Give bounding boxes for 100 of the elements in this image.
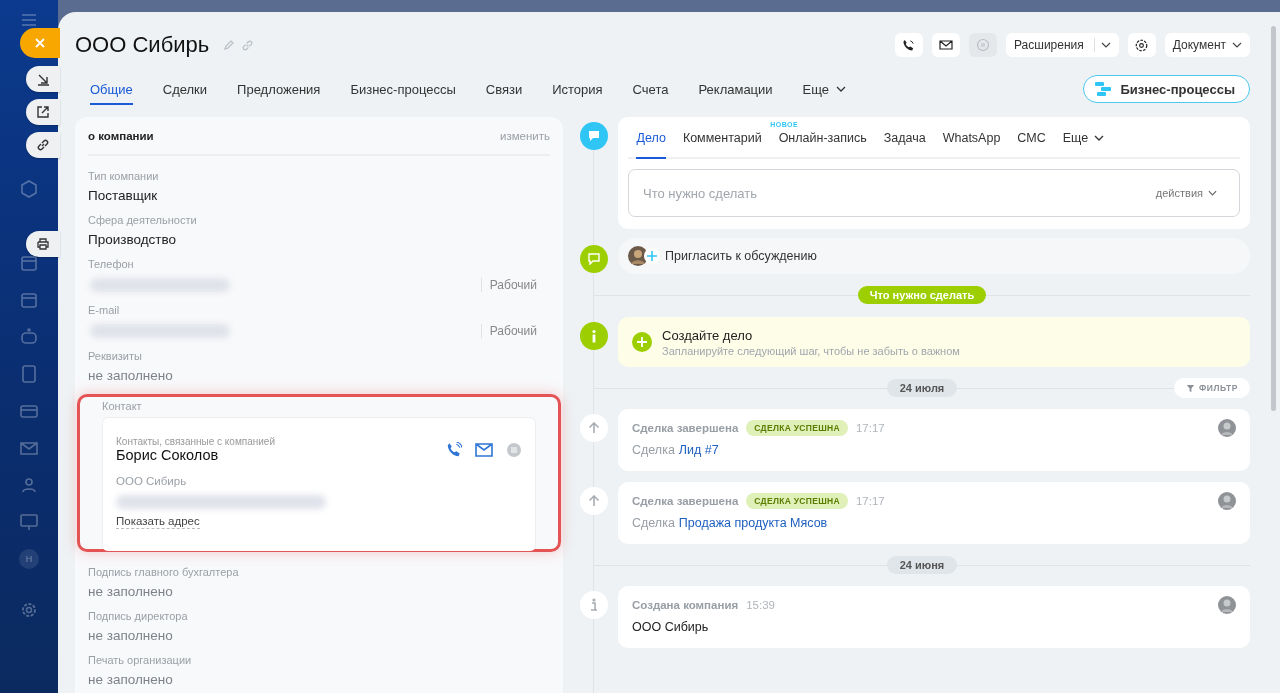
add-icon [644, 248, 660, 264]
external-link-icon [36, 105, 50, 119]
event-time: 17:17 [855, 495, 885, 507]
value-type: Рабочий [480, 277, 537, 292]
invite-bar[interactable]: Пригласить к обсуждению [618, 238, 1250, 274]
avatar [1218, 492, 1236, 510]
contact-company: ООО Сибирь [116, 475, 188, 487]
tab[interactable]: Общие [75, 71, 148, 107]
document-button[interactable]: Документ [1164, 33, 1250, 57]
printer-icon [36, 237, 50, 251]
field-label: Контакт [102, 400, 143, 414]
business-processes-button[interactable]: Бизнес-процессы [1083, 75, 1250, 103]
chat-icon[interactable] [506, 441, 522, 458]
event-text: ООО Сибирь [632, 620, 709, 634]
close-icon [34, 37, 46, 49]
link-icon [36, 138, 50, 152]
arrow-down-right-icon [36, 72, 50, 86]
chat-button[interactable] [968, 33, 997, 57]
invite-text: Пригласить к обсуждению [665, 249, 817, 263]
file-icon[interactable] [19, 363, 39, 384]
event-time: 17:17 [855, 422, 885, 434]
field-label: Печать организации [88, 654, 193, 668]
value-type: Рабочий [480, 323, 537, 338]
arrow-up-icon [580, 414, 608, 442]
create-subtitle: Запланируйте следующий шаг, чтобы не забыть о важном [662, 344, 960, 357]
close-button[interactable] [20, 28, 60, 58]
chat-icon [580, 245, 608, 273]
arrow-up-icon [580, 487, 608, 515]
extensions-button[interactable]: Расширения [1005, 33, 1119, 57]
field-label: Подпись главного бухгалтера [88, 566, 240, 580]
comment-icon [580, 122, 608, 150]
event-title: Сделка завершена [632, 495, 739, 507]
tab[interactable]: Рекламации [683, 71, 788, 107]
field-value: не заполнено [88, 671, 174, 689]
hexagon-icon[interactable] [19, 178, 39, 199]
status-tag: СДЕЛКА УСПЕШНА [746, 420, 848, 436]
field-value: Производство [88, 231, 178, 249]
tab[interactable]: Задача [875, 131, 935, 157]
edit-icon[interactable] [223, 39, 236, 51]
workflow-icon [1094, 81, 1113, 97]
deal-link[interactable]: Продажа продукта Мясов [678, 516, 828, 530]
caret-icon [1208, 190, 1217, 196]
field-value: не заполнено [88, 367, 174, 385]
scrollbar[interactable] [1271, 26, 1276, 411]
avatar [1218, 596, 1236, 614]
tab[interactable]: Сделки [147, 71, 223, 107]
actions-dropdown[interactable]: действия [1149, 186, 1223, 200]
caret-icon [1232, 42, 1242, 48]
field-label: Тип компании [88, 170, 160, 184]
field-value: Поставщик [88, 187, 159, 205]
tab[interactable]: Счета [617, 71, 684, 107]
task-field[interactable]: Что нужно сделать действия [628, 169, 1240, 217]
copy-link-button[interactable] [26, 132, 60, 158]
envelope-icon [938, 39, 953, 51]
info-icon [580, 322, 608, 350]
email-button[interactable] [931, 33, 960, 57]
chat-icon [975, 38, 990, 52]
tab[interactable]: Дело [628, 131, 675, 157]
call-button[interactable] [894, 33, 923, 57]
caret-icon [1094, 135, 1105, 141]
tab[interactable]: WhatsApp [934, 131, 1009, 157]
deal-link[interactable]: Лид #7 [678, 443, 719, 457]
contact-caption: Контакты, связанные с компанией [116, 436, 276, 447]
create-task-card[interactable]: Создайте дело Запланируйте следующий шаг, чтобы не забыть о важном [618, 317, 1250, 367]
field-label: Телефон [88, 258, 135, 272]
tab[interactable]: Еще [1054, 131, 1113, 157]
settings-button[interactable] [1127, 33, 1156, 57]
field-label: Реквизиты [88, 350, 143, 364]
minimize-button[interactable] [26, 66, 60, 92]
print-button[interactable] [26, 231, 60, 257]
info-icon [580, 591, 608, 619]
contact-name[interactable]: Борис Соколов [116, 447, 276, 463]
event-time: 15:39 [746, 599, 775, 611]
event-label: Сделка [632, 443, 675, 457]
tab[interactable]: Предложения [222, 71, 336, 107]
date-label: 24 июня [886, 556, 958, 574]
filter-icon [1185, 383, 1195, 393]
event-label: Сделка [632, 516, 675, 530]
tab[interactable]: Бизнес-процессы [335, 71, 471, 107]
page-title: ООО Сибирь [75, 32, 210, 58]
tab[interactable]: Комментарий [674, 131, 771, 157]
tab[interactable]: История [537, 71, 618, 107]
settings-icon [1134, 37, 1150, 53]
open-in-new-window-button[interactable] [26, 99, 60, 125]
tab[interactable]: Связи [470, 71, 538, 107]
section-label: Что нужно сделать [857, 286, 987, 304]
field-value: не заполнено [88, 627, 174, 645]
tab[interactable]: Еще [787, 71, 862, 107]
screen-icon[interactable] [19, 511, 39, 532]
robot-icon[interactable] [19, 326, 39, 347]
section-title: о компании [88, 129, 154, 142]
link-icon[interactable] [241, 38, 255, 52]
phone-icon[interactable] [446, 441, 462, 458]
avatar [628, 246, 648, 266]
create-title: Создайте дело [662, 327, 754, 343]
tab[interactable]: СМС [1008, 131, 1055, 157]
show-address-link[interactable]: Показать адрес [116, 515, 200, 529]
add-icon [632, 332, 652, 352]
caret-icon [1100, 42, 1111, 48]
email-icon[interactable] [475, 442, 493, 457]
